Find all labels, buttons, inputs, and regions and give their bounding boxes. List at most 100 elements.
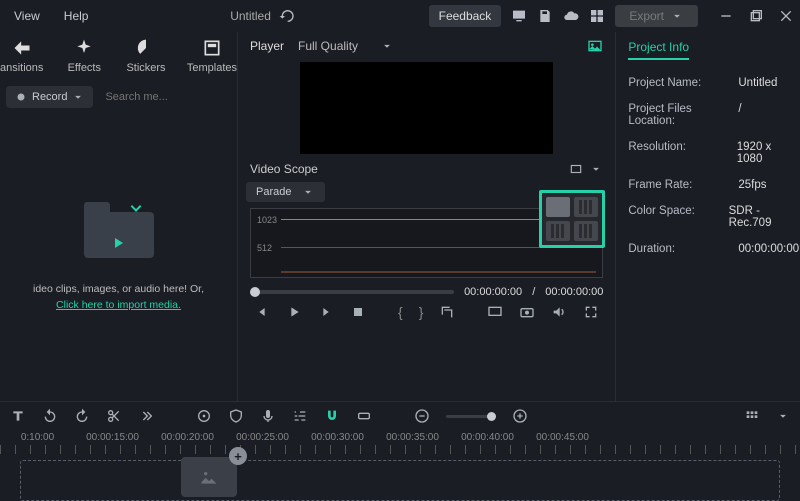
prev-frame-icon[interactable] <box>254 304 270 320</box>
ruler-mark: 00:00:30:00 <box>300 432 375 443</box>
timeline-track[interactable]: + <box>20 460 780 501</box>
scope-view-grid <box>539 190 605 248</box>
save-icon[interactable] <box>537 8 553 24</box>
scope-view-2[interactable] <box>574 197 598 217</box>
marker-icon[interactable] <box>196 408 212 424</box>
timeline-ruler[interactable]: 0:10:0000:00:15:0000:00:20:0000:00:25:00… <box>0 430 800 443</box>
close-icon[interactable] <box>778 8 794 24</box>
undo-icon[interactable] <box>42 408 58 424</box>
mark-out-icon[interactable]: } <box>419 304 424 320</box>
ruler-mark: 00:00:15:00 <box>75 432 150 443</box>
ruler-mark: 0:10:00 <box>0 432 75 443</box>
clip-placeholder[interactable]: + <box>181 457 237 497</box>
display-icon[interactable] <box>487 304 503 320</box>
chevron-down-icon[interactable] <box>776 409 790 423</box>
next-frame-icon[interactable] <box>318 304 334 320</box>
drop-text: ideo clips, images, or audio here! Or, <box>33 283 204 295</box>
restore-icon[interactable] <box>748 8 764 24</box>
document-title: Untitled <box>230 9 271 23</box>
audio-mix-icon[interactable] <box>292 408 308 424</box>
magnet-icon[interactable] <box>324 408 340 424</box>
pi-label: Color Space: <box>628 205 728 229</box>
pi-label: Project Files Location: <box>628 103 738 127</box>
player-label: Player <box>250 39 284 53</box>
pi-label: Frame Rate: <box>628 179 738 191</box>
snapshot-icon[interactable] <box>519 304 535 320</box>
zoom-out-icon[interactable] <box>414 408 430 424</box>
video-preview[interactable] <box>300 62 553 154</box>
scope-view-4[interactable] <box>574 221 598 241</box>
project-info-row: Frame Rate:25fps <box>628 172 799 198</box>
cloud-icon[interactable] <box>563 8 579 24</box>
menu-help[interactable]: Help <box>56 5 97 27</box>
import-media-link[interactable]: Click here to import media. <box>56 299 181 311</box>
project-info-row: Project Files Location:/ <box>628 96 799 134</box>
video-scope-title: Video Scope <box>250 162 318 176</box>
text-tool-icon[interactable] <box>10 408 26 424</box>
stop-icon[interactable] <box>350 304 366 320</box>
ruler-mark: 00:00:35:00 <box>375 432 450 443</box>
tab-transitions[interactable]: ansitions <box>0 38 43 74</box>
pi-value: 25fps <box>738 179 766 191</box>
timeline-ticks <box>0 445 800 455</box>
track-options-icon[interactable] <box>744 408 760 424</box>
ruler-mark: 00:00:20:00 <box>150 432 225 443</box>
minimize-icon[interactable] <box>718 8 734 24</box>
feedback-button[interactable]: Feedback <box>429 5 502 27</box>
play-badge-icon <box>115 238 123 248</box>
scope-view-3[interactable] <box>546 221 570 241</box>
chevron-down-icon <box>380 39 394 53</box>
pi-value: 1920 x 1080 <box>737 141 799 165</box>
media-drop-zone[interactable]: ideo clips, images, or audio here! Or, C… <box>0 114 237 401</box>
history-icon[interactable] <box>279 8 295 24</box>
add-clip-icon[interactable]: + <box>229 447 247 465</box>
scope-mode-select[interactable]: Parade <box>246 182 325 202</box>
volume-icon[interactable] <box>551 304 567 320</box>
download-arrow-icon <box>124 196 148 220</box>
project-info-title: Project Info <box>628 40 689 60</box>
shield-icon[interactable] <box>228 408 244 424</box>
folder-icon <box>84 202 154 258</box>
project-info-row: Project Name:Untitled <box>628 70 799 96</box>
mic-icon[interactable] <box>260 408 276 424</box>
image-icon[interactable] <box>587 38 603 54</box>
menu-view[interactable]: View <box>6 5 48 27</box>
split-icon[interactable] <box>106 408 122 424</box>
scope-label-512: 512 <box>257 243 272 253</box>
redo-icon[interactable] <box>74 408 90 424</box>
zoom-in-icon[interactable] <box>512 408 528 424</box>
project-info-row: Color Space:SDR - Rec.709 <box>628 198 799 236</box>
play-icon[interactable] <box>286 304 302 320</box>
zoom-slider[interactable] <box>446 415 496 418</box>
record-button[interactable]: Record <box>6 86 93 108</box>
ruler-mark: 00:00:25:00 <box>225 432 300 443</box>
quality-select[interactable]: Full Quality <box>298 39 394 53</box>
pi-value: Untitled <box>738 77 777 89</box>
pi-value: / <box>738 103 741 127</box>
tab-templates[interactable]: Templates <box>187 38 237 74</box>
current-time: 00:00:00:00 <box>464 286 522 298</box>
export-button[interactable]: Export <box>615 5 698 27</box>
playhead-scrubber[interactable] <box>250 290 454 294</box>
tab-effects[interactable]: Effects <box>63 38 105 74</box>
project-info-row: Resolution:1920 x 1080 <box>628 134 799 172</box>
more-tools-icon[interactable] <box>138 408 154 424</box>
pi-value: SDR - Rec.709 <box>729 205 800 229</box>
mark-in-icon[interactable]: { <box>398 304 403 320</box>
monitor-icon[interactable] <box>511 8 527 24</box>
crop-icon[interactable] <box>439 304 455 320</box>
ruler-mark: 00:00:45:00 <box>525 432 600 443</box>
link-icon[interactable] <box>356 408 372 424</box>
fullscreen-icon[interactable] <box>583 304 599 320</box>
scope-label-1023: 1023 <box>257 215 277 225</box>
scope-layout-icon[interactable] <box>569 162 583 176</box>
ruler-mark: 00:00:40:00 <box>450 432 525 443</box>
pi-value: 00:00:00:00 <box>738 243 799 255</box>
grid-icon[interactable] <box>589 8 605 24</box>
search-input[interactable] <box>105 91 247 103</box>
project-info-row: Duration:00:00:00:00 <box>628 236 799 262</box>
tab-stickers[interactable]: Stickers <box>125 38 167 74</box>
chevron-down-icon[interactable] <box>589 162 603 176</box>
time-separator: / <box>532 286 535 298</box>
scope-view-1[interactable] <box>546 197 570 217</box>
